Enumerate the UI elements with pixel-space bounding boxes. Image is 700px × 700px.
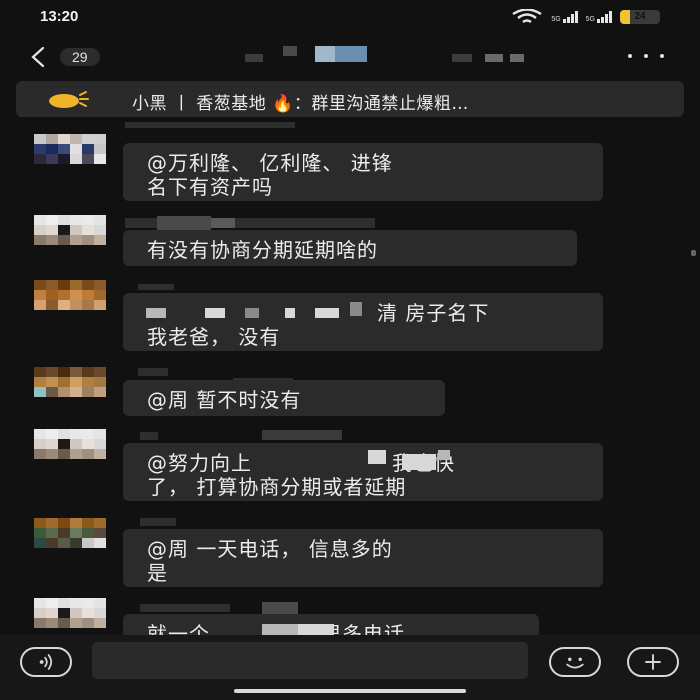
message-text: 我老爸， 没有 bbox=[147, 325, 281, 349]
battery-level: 24 bbox=[634, 11, 646, 22]
sender-name-redacted bbox=[140, 604, 230, 612]
message-text: @努力向上我也快 bbox=[147, 451, 579, 475]
message-text: 就一个 bbox=[147, 622, 210, 635]
more-button[interactable] bbox=[628, 46, 664, 66]
avatar[interactable] bbox=[34, 134, 106, 164]
add-button[interactable] bbox=[627, 647, 679, 677]
avatar[interactable] bbox=[34, 429, 106, 459]
unread-count: 29 bbox=[60, 48, 100, 66]
emoji-button[interactable] bbox=[549, 647, 601, 677]
signal-bars-icon bbox=[597, 11, 612, 23]
message-text: @周 暂不时没有 bbox=[147, 388, 302, 412]
avatar[interactable] bbox=[34, 215, 106, 245]
message-input[interactable] bbox=[92, 642, 528, 679]
avatar[interactable] bbox=[34, 598, 106, 628]
message-bubble[interactable]: @周 暂不时没有 bbox=[123, 380, 445, 416]
sender-name-redacted bbox=[138, 284, 174, 290]
signal-2: 5G bbox=[586, 11, 612, 23]
wifi-icon bbox=[512, 9, 542, 23]
battery-icon: 24 bbox=[620, 10, 660, 24]
message-bubble[interactable]: 有没有协商分期延期啥的 bbox=[123, 230, 577, 266]
sender-name-redacted bbox=[138, 368, 168, 376]
message-text: 是 bbox=[147, 561, 168, 585]
message-bubble[interactable]: @万利隆、 亿利隆、 进锋 名下有资产吗 bbox=[123, 143, 603, 201]
message-bubble[interactable]: @努力向上我也快 了， 打算协商分期或者延期 bbox=[123, 443, 603, 501]
status-bar: 13:20 5G 5G 24 bbox=[0, 0, 700, 34]
message-text: 了， 打算协商分期或者延期 bbox=[147, 475, 407, 499]
smiley-icon bbox=[566, 657, 584, 669]
speaker-icon bbox=[49, 91, 89, 108]
plus-icon bbox=[645, 654, 661, 670]
network-type-1: 5G bbox=[551, 16, 561, 23]
scrollbar-thumb[interactable] bbox=[691, 250, 696, 256]
voice-icon bbox=[39, 654, 53, 670]
signal-1: 5G bbox=[551, 11, 578, 23]
message-text: @周 一天电话， 信息多的 bbox=[147, 537, 393, 561]
back-button[interactable]: 29 bbox=[28, 42, 128, 72]
avatar[interactable] bbox=[34, 518, 106, 548]
message-bubble[interactable]: @周 一天电话， 信息多的 是 bbox=[123, 529, 603, 587]
sender-name-redacted bbox=[140, 432, 158, 440]
message-bubble[interactable]: 清 房子名下 我老爸， 没有 bbox=[123, 293, 603, 351]
network-type-2: 5G bbox=[585, 16, 595, 23]
message-text: @万利隆、 亿利隆、 进锋 bbox=[147, 151, 393, 175]
avatar[interactable] bbox=[34, 280, 106, 310]
chat-list[interactable]: @万利隆、 亿利隆、 进锋 名下有资产吗 有没有协商分期延期啥的 清 房子名下 … bbox=[0, 120, 700, 635]
signal-bars-icon bbox=[562, 11, 578, 23]
status-time: 13:20 bbox=[40, 8, 79, 25]
status-icons: 5G 5G 24 bbox=[511, 9, 660, 25]
home-indicator[interactable] bbox=[234, 689, 466, 693]
more-dots-icon bbox=[628, 54, 632, 58]
message-text: @努力向上 bbox=[147, 451, 252, 475]
pinned-notice[interactable]: 小黑 丨 香葱基地 🔥：群里沟通禁止爆粗… bbox=[16, 81, 684, 117]
sender-name-redacted bbox=[140, 518, 176, 526]
avatar[interactable] bbox=[34, 367, 106, 397]
notice-text: 小黑 丨 香葱基地 🔥：群里沟通禁止爆粗… bbox=[132, 94, 469, 114]
chat-header: 29 bbox=[0, 38, 700, 78]
message-text: 有没有协商分期延期啥的 bbox=[147, 238, 378, 262]
voice-button[interactable] bbox=[20, 647, 72, 677]
chevron-left-icon bbox=[31, 46, 45, 68]
message-text: 名下有资产吗 bbox=[147, 175, 273, 199]
